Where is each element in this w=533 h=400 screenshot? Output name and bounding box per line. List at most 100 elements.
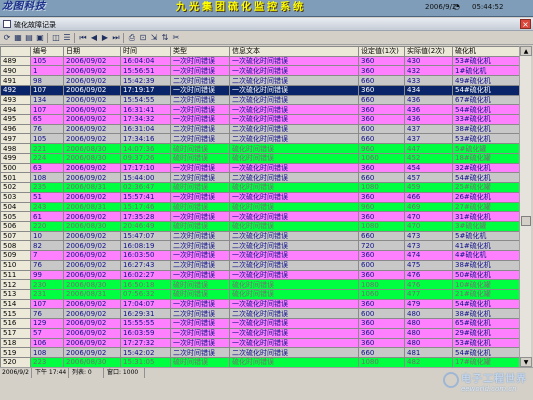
- cell-machine[interactable]: 53#硫化机: [452, 337, 519, 349]
- cell-msg[interactable]: 一次硫化时间错误: [229, 327, 359, 339]
- cell-type[interactable]: 二次时间错误: [170, 308, 230, 320]
- cell-date[interactable]: 2006/08/30: [63, 279, 121, 290]
- cell-time[interactable]: 16:02:27: [120, 269, 171, 281]
- table-row[interactable]: 510 76 2006/09/02 16:27:43 二次时间错误 二次硫化时间错误 600…: [0, 259, 519, 271]
- cell-time[interactable]: 16:50:18: [120, 279, 171, 290]
- cell-id[interactable]: 76: [30, 308, 64, 320]
- open-icon[interactable]: ▤: [24, 33, 34, 43]
- cell-act[interactable]: 470: [404, 220, 453, 232]
- cell-id[interactable]: 235: [30, 182, 64, 193]
- cell-set[interactable]: 1080: [358, 279, 405, 290]
- cell-set[interactable]: 360: [358, 250, 405, 261]
- table-row[interactable]: 518 106 2006/09/02 17:27:32 一次时间错误 一次硫化时间错误 36…: [0, 337, 519, 349]
- row-number[interactable]: 514: [0, 298, 31, 310]
- row-number[interactable]: 502: [0, 182, 31, 193]
- cell-set[interactable]: 1060: [358, 152, 405, 164]
- cell-machine[interactable]: 50#硫化机: [452, 269, 519, 281]
- cell-act[interactable]: 433: [404, 75, 453, 86]
- cell-set[interactable]: 360: [358, 114, 405, 125]
- cell-machine[interactable]: 5#硫化机: [452, 230, 519, 242]
- table-row[interactable]: 519 108 2006/09/02 15:42:02 二次时间错误 二次硫化时间错误 66…: [0, 347, 519, 358]
- cell-time[interactable]: 16:04:04: [120, 55, 171, 67]
- cell-time[interactable]: 14:07:36: [120, 143, 171, 154]
- cell-time[interactable]: 20:46:49: [120, 220, 171, 232]
- cell-act[interactable]: 452: [404, 152, 453, 164]
- row-number[interactable]: 491: [0, 75, 31, 86]
- cell-msg[interactable]: 一次硫化时间错误: [229, 211, 359, 222]
- cell-id[interactable]: 220: [30, 220, 64, 232]
- cell-msg[interactable]: 硫化时间错误: [229, 288, 359, 300]
- cell-set[interactable]: 720: [358, 240, 405, 252]
- table-row[interactable]: 508 82 2006/09/02 16:08:19 二次时间错误 二次硫化时间错误 720…: [0, 240, 519, 252]
- cell-id[interactable]: 134: [30, 94, 64, 106]
- print-icon[interactable]: ⎙: [127, 33, 137, 43]
- cell-date[interactable]: 2006/09/02: [63, 94, 121, 106]
- cell-id[interactable]: 105: [30, 133, 64, 145]
- row-number[interactable]: 509: [0, 250, 31, 261]
- table-row[interactable]: 502 235 2006/08/31 02:36:47 硫时间错误 硫化时间错误 1080 4…: [0, 182, 519, 193]
- table-row[interactable]: 496 76 2006/09/02 16:31:04 二次时间错误 二次硫化时间错误 600…: [0, 123, 519, 135]
- cell-machine[interactable]: 49#硫化机: [452, 75, 519, 86]
- cell-act[interactable]: 434: [404, 84, 453, 96]
- cell-type[interactable]: 硫时间错误: [170, 152, 230, 164]
- cell-id[interactable]: 57: [30, 327, 64, 339]
- cell-id[interactable]: 107: [30, 298, 64, 310]
- cell-time[interactable]: 17:04:07: [120, 298, 171, 310]
- cell-id[interactable]: 231: [30, 288, 64, 300]
- cell-time[interactable]: 16:29:31: [120, 308, 171, 320]
- cell-machine[interactable]: 31#硫化机: [452, 211, 519, 222]
- cell-msg[interactable]: 一次硫化时间错误: [229, 337, 359, 349]
- cell-date[interactable]: 2006/09/02: [63, 75, 121, 86]
- cell-set[interactable]: 360: [358, 327, 405, 339]
- cell-machine[interactable]: 33#硫化机: [452, 114, 519, 125]
- cell-act[interactable]: 457: [404, 172, 453, 184]
- cell-type[interactable]: 二次时间错误: [170, 75, 230, 86]
- cell-set[interactable]: 660: [358, 133, 405, 145]
- cell-type[interactable]: 一次时间错误: [170, 191, 230, 203]
- cell-msg[interactable]: 一次硫化时间错误: [229, 269, 359, 281]
- cell-act[interactable]: 477: [404, 288, 453, 300]
- cell-type[interactable]: 一次时间错误: [170, 337, 230, 349]
- cell-act[interactable]: 437: [404, 123, 453, 135]
- cell-type[interactable]: 一次时间错误: [170, 104, 230, 116]
- row-number[interactable]: 516: [0, 318, 31, 329]
- table-row[interactable]: 514 107 2006/09/02 17:04:07 一次时间错误 一次硫化时间错误 36…: [0, 298, 519, 310]
- table-row[interactable]: 500 63 2006/09/02 17:17:10 一次时间错误 一次硫化时间错误 360…: [0, 162, 519, 174]
- cell-set[interactable]: 360: [358, 191, 405, 203]
- first-record-icon[interactable]: ⏮: [78, 33, 88, 43]
- cell-act[interactable]: 475: [404, 259, 453, 271]
- table-row[interactable]: 517 57 2006/09/02 16:03:59 一次时间错误 一次硫化时间错误 360…: [0, 327, 519, 339]
- cell-msg[interactable]: 一次硫化时间错误: [229, 191, 359, 203]
- cell-id[interactable]: 82: [30, 240, 64, 252]
- cell-id[interactable]: 230: [30, 279, 64, 290]
- cell-set[interactable]: 660: [358, 230, 405, 242]
- cell-machine[interactable]: 10#硫化罐: [452, 279, 519, 290]
- cell-machine[interactable]: 38#硫化机: [452, 259, 519, 271]
- cell-machine[interactable]: 18#硫化罐: [452, 152, 519, 164]
- sort-icon[interactable]: ⇅: [160, 33, 170, 43]
- cell-act[interactable]: 473: [404, 230, 453, 242]
- cell-msg[interactable]: 二次硫化时间错误: [229, 240, 359, 252]
- cell-date[interactable]: 2006/09/02: [63, 259, 121, 271]
- cell-time[interactable]: 15:55:55: [120, 318, 171, 329]
- cell-id[interactable]: 129: [30, 318, 64, 329]
- cell-machine[interactable]: 27#硫化罐: [452, 201, 519, 213]
- row-number[interactable]: 504: [0, 201, 31, 213]
- column-header[interactable]: 编号: [30, 46, 64, 57]
- cell-id[interactable]: 7: [30, 250, 64, 261]
- row-number[interactable]: 494: [0, 104, 31, 116]
- cell-time[interactable]: 15:42:02: [120, 347, 171, 358]
- row-number[interactable]: 519: [0, 347, 31, 358]
- cell-machine[interactable]: 38#硫化机: [452, 308, 519, 320]
- row-number[interactable]: 503: [0, 191, 31, 203]
- next-record-icon[interactable]: ▶: [100, 33, 110, 43]
- cell-id[interactable]: 61: [30, 211, 64, 222]
- cell-type[interactable]: 一次时间错误: [170, 162, 230, 174]
- cell-machine[interactable]: 54#硫化机: [452, 172, 519, 184]
- row-number[interactable]: 500: [0, 162, 31, 174]
- cell-time[interactable]: 15:47:07: [120, 230, 171, 242]
- table-row[interactable]: 501 108 2006/09/02 15:44:00 二次时间错误 二次硫化时间错误 66…: [0, 172, 519, 184]
- table-row[interactable]: 513 231 2006/08/31 07:56:32 硫时间错误 硫化时间错误 1060 4…: [0, 288, 519, 300]
- cell-machine[interactable]: 5#硫化罐: [452, 143, 519, 154]
- cell-id[interactable]: 1: [30, 65, 64, 77]
